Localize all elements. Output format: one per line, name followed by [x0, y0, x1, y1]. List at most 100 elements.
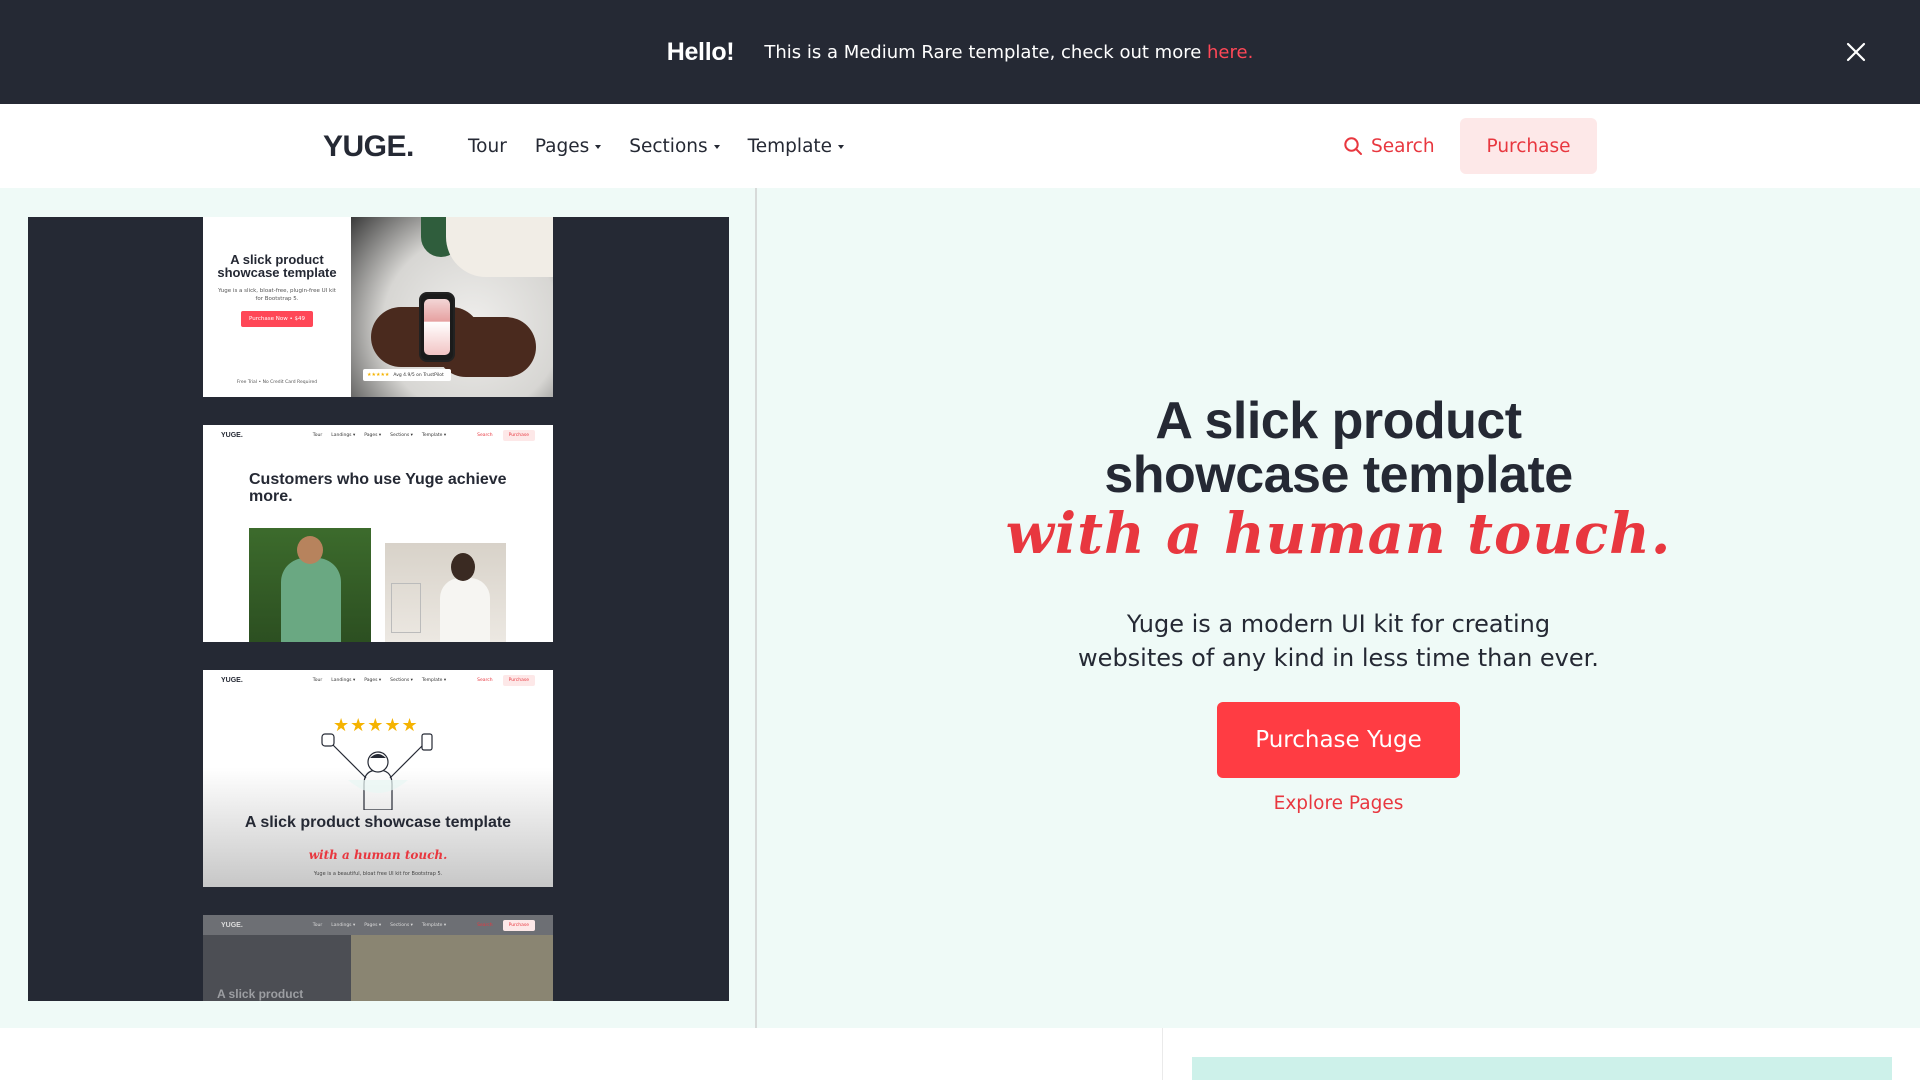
nav-link-tour[interactable]: Tour	[468, 136, 507, 157]
lead-line: websites of any kind in less time than e…	[1078, 644, 1599, 672]
announcement-bar: Hello! This is a Medium Rare template, c…	[0, 0, 1920, 104]
customer-photo-woman	[385, 543, 506, 642]
thumb-subtitle: Yuge is a beautiful, bloat free UI kit f…	[313, 871, 443, 877]
mini-link: Landings ▾	[331, 922, 356, 928]
photo-shape	[440, 578, 490, 642]
mini-purchase: Purchase	[502, 429, 535, 441]
mini-link: Landings ▾	[331, 432, 356, 438]
thumb-cta: Purchase Now • $49	[241, 311, 313, 327]
explore-pages-link[interactable]: Explore Pages	[757, 793, 1920, 814]
mini-navbar: YUGE. Tour Landings ▾ Pages ▾ Sections ▾…	[203, 915, 553, 935]
rating-badge: ★★★★★ Avg 4.9/5 on TrustPilot	[363, 369, 451, 381]
celebrating-person-icon	[321, 733, 433, 810]
nav-link-pages[interactable]: Pages	[534, 135, 602, 157]
thumb-title: Customers who use Yuge achieve more.	[249, 471, 507, 505]
preview-thumb-illustration[interactable]: YUGE. Tour Landings ▾ Pages ▾ Sections ▾…	[203, 670, 553, 887]
mini-link: Template ▾	[421, 432, 447, 438]
mini-logo: YUGE.	[221, 431, 243, 439]
photo-shape	[446, 217, 553, 277]
announcement-link[interactable]: here.	[1207, 42, 1253, 63]
nav-links: Tour Pages Sections Template	[468, 104, 845, 188]
phone-image	[419, 292, 455, 362]
announcement-text: This is a Medium Rare template, check ou…	[764, 41, 1208, 63]
mini-link: Landings ▾	[331, 677, 356, 683]
mint-panel	[1192, 1057, 1892, 1080]
nav-link-label: Template	[747, 135, 833, 157]
mini-link: Sections ▾	[390, 677, 413, 683]
thumb-title: A slick product	[217, 987, 304, 1001]
purchase-button[interactable]: Purchase	[1460, 118, 1597, 174]
thumb-text-panel: A slick product showcase template Yuge i…	[203, 217, 351, 397]
navbar: YUGE. Tour Pages Sections Template Searc…	[0, 104, 1920, 188]
hero-section: A slick product showcase template Yuge i…	[0, 188, 1920, 1028]
mini-search: Search	[477, 677, 493, 683]
close-icon[interactable]	[1842, 38, 1870, 66]
hero-script-tagline: with a human touch.	[1005, 501, 1672, 567]
mini-logo: YUGE.	[221, 676, 243, 684]
nav-link-label: Pages	[534, 135, 590, 157]
mini-navbar: YUGE. Tour Landings ▾ Pages ▾ Sections ▾…	[203, 670, 553, 690]
mini-navbar: YUGE. Tour Landings ▾ Pages ▾ Sections ▾…	[203, 425, 553, 445]
thumb-subtitle: Yuge is a slick, bloat-free, plugin-free…	[218, 288, 336, 302]
mini-purchase: Purchase	[502, 919, 535, 931]
announcement-message: This is a Medium Rare template, check ou…	[764, 42, 1253, 63]
preview-thumb-customers[interactable]: YUGE. Tour Landings ▾ Pages ▾ Sections ▾…	[203, 425, 553, 642]
photo-shape	[297, 536, 323, 564]
caret-down-icon	[713, 144, 720, 149]
mini-search: Search	[477, 922, 493, 928]
mini-link: Tour	[312, 677, 323, 683]
thumb-footer: Free Trial • No Credit Card Required	[236, 380, 318, 385]
photo-shape	[281, 558, 341, 642]
search-icon	[1344, 137, 1362, 155]
preview-thumb-landing[interactable]: A slick product showcase template Yuge i…	[203, 217, 553, 397]
mini-link: Pages ▾	[364, 677, 382, 683]
mini-link: Sections ▾	[390, 432, 413, 438]
hero-lead: Yuge is a modern UI kit for creating web…	[757, 607, 1920, 675]
mini-logo: YUGE.	[221, 921, 243, 929]
search-button[interactable]: Search	[1343, 104, 1435, 188]
announcement-content: Hello! This is a Medium Rare template, c…	[667, 38, 1254, 67]
rating-text: Avg 4.9/5 on TrustPilot	[393, 372, 444, 378]
nav-link-label: Sections	[629, 135, 708, 157]
mini-link: Template ▾	[421, 922, 447, 928]
thumb-photo	[351, 935, 553, 1001]
mini-link: Tour	[312, 922, 323, 928]
mini-link: Template ▾	[421, 677, 447, 683]
headline-line: showcase template	[1104, 446, 1573, 504]
brand-logo[interactable]: YUGE.	[323, 130, 414, 164]
nav-link-label: Tour	[468, 135, 507, 157]
thumb-title: A slick product showcase template	[244, 814, 512, 831]
thumb-script: with a human touch.	[308, 848, 448, 862]
mini-link: Pages ▾	[364, 922, 382, 928]
headline-line: A slick product	[1155, 392, 1522, 450]
mini-link: Pages ▾	[364, 432, 382, 438]
hero-headline: A slick product showcase template	[757, 394, 1920, 502]
thumb-title: A slick product showcase template	[217, 252, 337, 280]
caret-down-icon	[838, 144, 845, 149]
caret-down-icon	[595, 144, 602, 149]
purchase-yuge-button[interactable]: Purchase Yuge	[1217, 702, 1460, 778]
mini-link: Tour	[312, 432, 323, 438]
thumb-photo-phone: ★★★★★ Avg 4.9/5 on TrustPilot	[351, 217, 553, 397]
photo-shape	[391, 583, 421, 633]
lead-line: Yuge is a modern UI kit for creating	[1126, 610, 1551, 638]
section-divider	[1162, 1028, 1163, 1080]
search-label: Search	[1371, 135, 1435, 157]
rating-stars: ★★★★★	[367, 372, 390, 378]
template-preview-gallery[interactable]: A slick product showcase template Yuge i…	[28, 217, 729, 1001]
mini-purchase: Purchase	[502, 674, 535, 686]
phone-screen	[424, 299, 450, 355]
nav-link-sections[interactable]: Sections	[629, 135, 720, 157]
mini-search: Search	[477, 432, 493, 438]
next-section	[0, 1028, 1920, 1080]
nav-link-template[interactable]: Template	[747, 135, 845, 157]
preview-thumb-dark[interactable]: YUGE. Tour Landings ▾ Pages ▾ Sections ▾…	[203, 915, 553, 1001]
customer-photo-man	[249, 528, 371, 642]
mini-link: Sections ▾	[390, 922, 413, 928]
announcement-hello: Hello!	[666, 37, 735, 66]
hero-content: A slick product showcase template with a…	[757, 188, 1920, 1028]
mini-links: Tour Landings ▾ Pages ▾ Sections ▾ Templ…	[313, 678, 446, 683]
mini-links: Tour Landings ▾ Pages ▾ Sections ▾ Templ…	[313, 433, 446, 438]
mini-links: Tour Landings ▾ Pages ▾ Sections ▾ Templ…	[313, 923, 446, 928]
photo-shape	[451, 553, 475, 581]
